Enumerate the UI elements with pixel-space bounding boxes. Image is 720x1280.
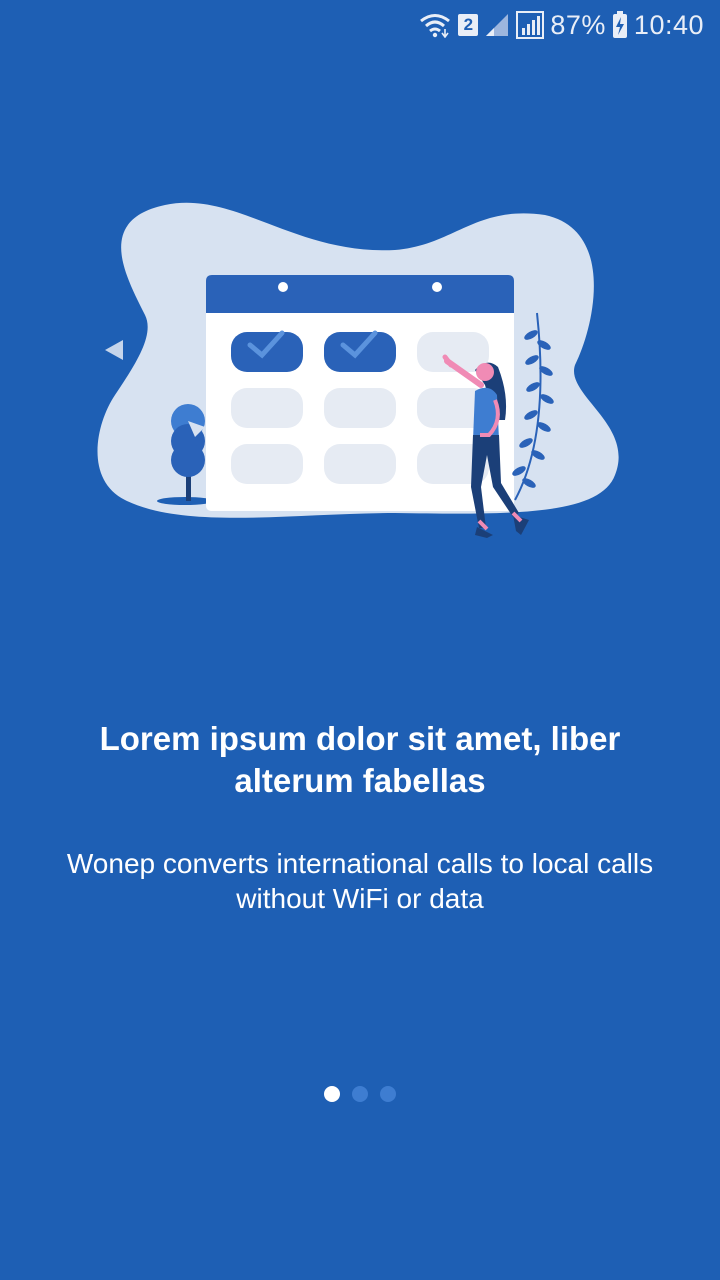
calendar-woman-illustration — [95, 195, 635, 545]
signal-icon — [516, 11, 545, 39]
page-dot-3[interactable] — [380, 1086, 396, 1102]
status-bar: 2 87% 10:40 — [0, 0, 720, 50]
onboarding-subtitle: Wonep converts international calls to lo… — [66, 848, 654, 914]
battery-charging-icon — [612, 11, 628, 39]
page-indicator — [0, 1086, 720, 1102]
sim-badge: 2 — [458, 14, 479, 36]
signal-weak-icon — [484, 12, 510, 38]
calendar-icon — [206, 275, 514, 511]
onboarding-headline: Lorem ipsum dolor sit amet, liber alteru… — [99, 720, 621, 799]
onboarding-screen: 2 87% 10:40 Lorem ipsum dolor sit amet, … — [0, 0, 720, 1280]
page-dot-1[interactable] — [324, 1086, 340, 1102]
wifi-icon — [418, 12, 452, 38]
clock: 10:40 — [633, 9, 704, 40]
page-dot-2[interactable] — [352, 1086, 368, 1102]
battery-percentage: 87% — [550, 9, 606, 40]
